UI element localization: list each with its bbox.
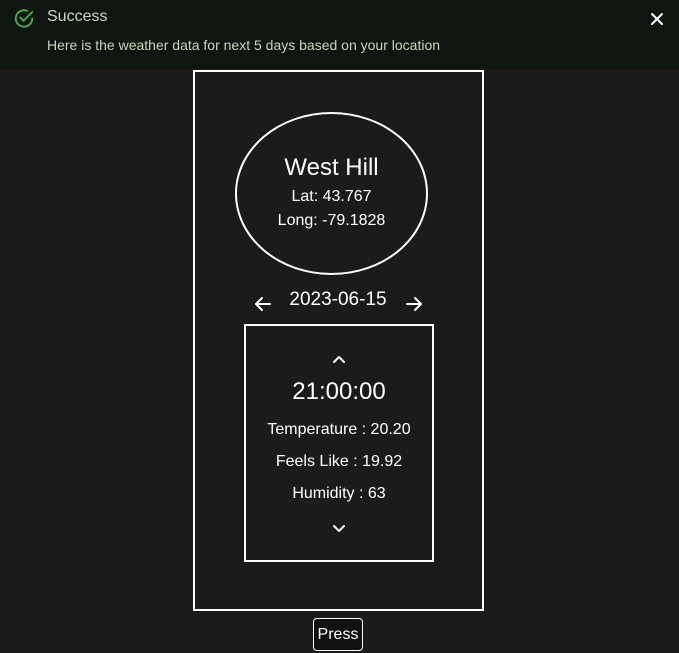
location-longitude: Long: -79.1828	[277, 212, 386, 229]
forecast-time: 21:00:00	[292, 378, 386, 405]
forecast-panel: 21:00:00 Temperature : 20.20 Feels Like …	[244, 324, 434, 562]
success-notification: Success Here is the weather data for nex…	[0, 0, 679, 69]
temperature-value: Temperature : 20.20	[267, 421, 411, 438]
check-circle-icon	[14, 9, 34, 28]
selected-date: 2023-06-15	[289, 289, 387, 310]
arrow-left-icon[interactable]	[253, 294, 273, 314]
arrow-right-icon[interactable]	[404, 294, 424, 314]
location-latitude: Lat: 43.767	[291, 188, 372, 205]
press-button[interactable]: Press	[313, 618, 363, 651]
location-name: West Hill	[284, 154, 379, 181]
notification-message: Here is the weather data for next 5 days…	[47, 37, 441, 53]
chevron-up-icon[interactable]	[331, 352, 347, 368]
location-bubble: West Hill Lat: 43.767 Long: -79.1828	[235, 112, 428, 275]
close-icon[interactable]	[648, 10, 666, 28]
chevron-down-icon[interactable]	[331, 520, 347, 536]
notification-title: Success	[47, 8, 108, 25]
feels-like-value: Feels Like : 19.92	[275, 453, 403, 470]
humidity-value: Humidity : 63	[292, 485, 386, 502]
